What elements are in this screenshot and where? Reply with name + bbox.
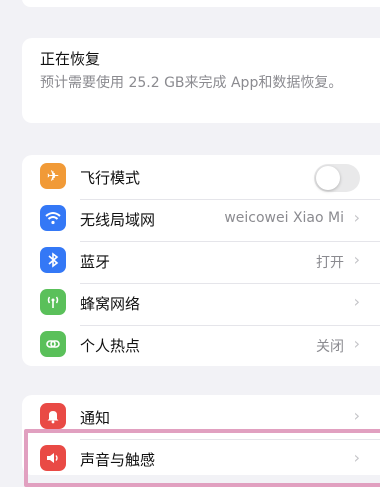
personal-hotspot-label: 个人热点: [80, 337, 141, 355]
wifi-row[interactable]: 无线局域网 weicowei Xiao Mi ›: [22, 197, 380, 241]
bluetooth-row[interactable]: 蓝牙 打开 ›: [22, 239, 380, 283]
chevron-right-icon: ›: [353, 334, 360, 353]
restore-status-card: 正在恢复 预计需要使用 25.2 GB来完成 App和数据恢复。: [22, 38, 380, 123]
notifications-label: 通知: [80, 409, 111, 427]
cellular-row[interactable]: 蜂窝网络 ›: [22, 281, 380, 325]
airplane-icon: ✈: [40, 163, 66, 189]
airplane-mode-label: 飞行模式: [80, 169, 141, 187]
notifications-row[interactable]: 通知 ›: [22, 395, 380, 439]
hotspot-link-icon: [40, 331, 66, 357]
personal-hotspot-row[interactable]: 个人热点 关闭 ›: [22, 323, 380, 367]
restore-title: 正在恢复: [40, 50, 101, 68]
notifications-settings-group: 通知 › 声音与触感 ›: [22, 395, 380, 475]
airplane-mode-toggle[interactable]: [314, 164, 360, 192]
bluetooth-label: 蓝牙: [80, 253, 111, 271]
toggle-knob: [316, 166, 340, 190]
chevron-right-icon: ›: [353, 406, 360, 425]
chevron-right-icon: ›: [353, 250, 360, 269]
cellular-antenna-icon: [40, 289, 66, 315]
bell-icon: [40, 403, 66, 429]
wifi-label: 无线局域网: [80, 211, 156, 229]
restore-description: 预计需要使用 25.2 GB来完成 App和数据恢复。: [40, 75, 343, 91]
sounds-haptics-label: 声音与触感: [80, 451, 156, 469]
speaker-icon: [40, 445, 66, 471]
wifi-icon: [40, 205, 66, 231]
chevron-right-icon: ›: [353, 448, 360, 467]
previous-section-card: [22, 0, 380, 7]
chevron-right-icon: ›: [353, 292, 360, 311]
chevron-right-icon: ›: [353, 208, 360, 227]
bluetooth-value: 打开: [316, 255, 344, 271]
cellular-label: 蜂窝网络: [80, 295, 141, 313]
connectivity-settings-group: ✈ 飞行模式 无线局域网 weicowei Xiao Mi › 蓝牙 打开 ›: [22, 155, 380, 366]
sounds-haptics-row[interactable]: 声音与触感 ›: [22, 437, 380, 481]
wifi-network-value: weicowei Xiao Mi: [224, 210, 344, 226]
personal-hotspot-value: 关闭: [316, 339, 344, 355]
bluetooth-icon: [40, 247, 66, 273]
airplane-mode-row[interactable]: ✈ 飞行模式: [22, 155, 380, 199]
